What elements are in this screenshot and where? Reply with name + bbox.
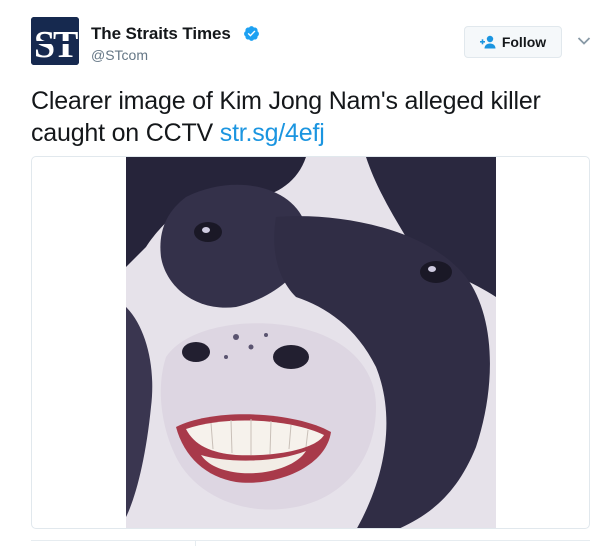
tweet-link[interactable]: str.sg/4efj — [220, 119, 325, 147]
footer-divider — [31, 540, 590, 541]
svg-text:T: T — [53, 24, 78, 65]
avatar[interactable]: S T — [31, 17, 79, 65]
svg-text:S: S — [34, 24, 55, 65]
follow-button[interactable]: Follow — [464, 26, 562, 58]
add-person-icon — [479, 35, 496, 49]
media-card[interactable] — [31, 156, 590, 529]
tweet-text: Clearer image of Kim Jong Nam's alleged … — [31, 85, 601, 149]
screen-name[interactable]: @STcom — [91, 47, 148, 63]
footer-divider-tick — [195, 541, 196, 546]
verified-badge-icon — [244, 26, 259, 41]
follow-label: Follow — [501, 34, 547, 50]
straits-times-logo-icon: S T — [31, 17, 79, 65]
chevron-down-icon[interactable] — [577, 36, 591, 46]
display-name[interactable]: The Straits Times — [91, 24, 231, 44]
cow-photo[interactable] — [126, 157, 496, 529]
